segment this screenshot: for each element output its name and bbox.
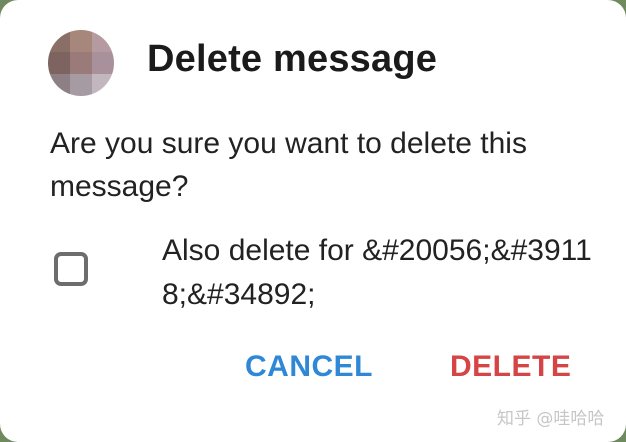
avatar-pixel xyxy=(48,30,70,52)
avatar-pixel xyxy=(92,74,114,96)
avatar-pixel xyxy=(48,74,70,96)
avatar-pixel xyxy=(92,30,114,52)
avatar-pixel xyxy=(70,52,92,74)
also-delete-checkbox-label[interactable]: Also delete for &#20056;&#39118;&#34892; xyxy=(162,229,602,317)
also-delete-checkbox[interactable] xyxy=(54,252,88,286)
delete-message-dialog: Delete message Are you sure you want to … xyxy=(0,0,626,442)
cancel-button[interactable]: CANCEL xyxy=(245,350,373,384)
watermark: 知乎 @哇哈哈 xyxy=(497,409,605,429)
avatar-pixel xyxy=(70,74,92,96)
avatar-pixel xyxy=(92,52,114,74)
delete-button[interactable]: DELETE xyxy=(450,350,571,384)
avatar-pixel xyxy=(48,52,70,74)
avatar-pixel xyxy=(70,30,92,52)
dialog-title: Delete message xyxy=(147,38,438,80)
avatar xyxy=(48,30,114,96)
dialog-message: Are you sure you want to delete this mes… xyxy=(50,127,527,203)
